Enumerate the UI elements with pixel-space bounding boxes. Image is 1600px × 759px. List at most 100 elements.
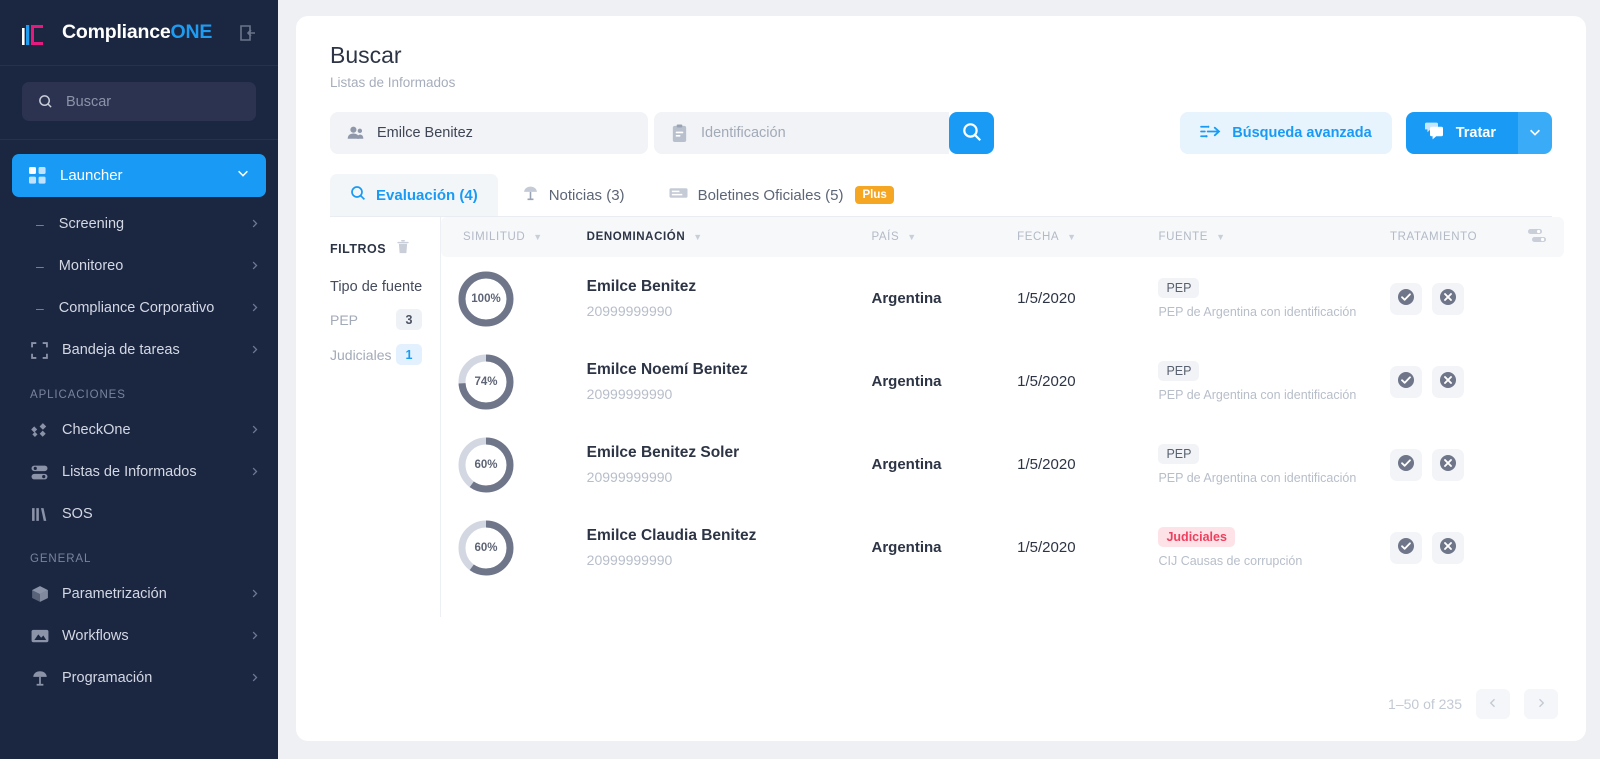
sidebar-item-checkone[interactable]: CheckOne bbox=[0, 409, 278, 451]
column-header-similitud-label: SIMILITUD bbox=[463, 231, 526, 243]
identification-search-input[interactable] bbox=[701, 125, 933, 141]
sidebar-search-input[interactable] bbox=[66, 93, 242, 110]
sort-caret-icon: ▼ bbox=[533, 232, 543, 242]
collapse-sidebar-icon[interactable] bbox=[236, 21, 260, 45]
chevron-down-icon bbox=[236, 166, 250, 185]
approve-button[interactable] bbox=[1390, 365, 1423, 398]
sidebar-item-screening-label: Screening bbox=[58, 216, 125, 232]
chevron-down-icon bbox=[1528, 125, 1542, 142]
row-source-badge: Judiciales bbox=[1158, 527, 1235, 547]
chevron-right-icon bbox=[249, 217, 260, 232]
chevron-right-icon bbox=[249, 423, 260, 438]
news-icon bbox=[669, 185, 688, 206]
dash-icon: – bbox=[36, 300, 44, 316]
sidebar-item-workflows[interactable]: Workflows bbox=[0, 615, 278, 657]
table-row[interactable]: 60% Emilce Claudia Benitez 20999999990 Arge… bbox=[441, 506, 1564, 589]
sidebar-item-bandeja-de-tareas-label: Bandeja de tareas bbox=[62, 342, 180, 358]
sidebar-search-wrap bbox=[0, 66, 278, 140]
filter-option-judiciales[interactable]: Judiciales 1 bbox=[330, 344, 440, 365]
column-header-fecha[interactable]: FECHA ▼ bbox=[1017, 217, 1159, 257]
similarity-ring: 60% bbox=[457, 519, 515, 577]
row-date: 1/5/2020 bbox=[1017, 538, 1076, 556]
treat-button[interactable]: Tratar bbox=[1405, 112, 1518, 154]
sidebar-item-listas-de-informados[interactable]: Listas de Informados bbox=[0, 451, 278, 493]
identification-search-field[interactable] bbox=[654, 112, 949, 154]
reject-button[interactable] bbox=[1432, 531, 1465, 564]
x-circle-icon bbox=[1439, 371, 1457, 392]
tab-boletines-oficiales-label: Boletines Oficiales (5) bbox=[697, 186, 844, 204]
reject-button[interactable] bbox=[1432, 365, 1465, 398]
sidebar-item-bandeja-de-tareas[interactable]: Bandeja de tareas bbox=[0, 329, 278, 371]
column-header-tratamiento-label: TRATAMIENTO bbox=[1390, 231, 1478, 243]
sidebar-item-parametrizacion-label: Parametrización bbox=[62, 586, 167, 602]
column-header-denominacion[interactable]: DENOMINACIÓN ▼ bbox=[586, 217, 872, 257]
reject-button[interactable] bbox=[1432, 282, 1465, 315]
sidebar-item-compliance-corporativo[interactable]: – Compliance Corporativo bbox=[0, 287, 278, 329]
filter-arrow-icon bbox=[1200, 123, 1221, 144]
cell-denominacion: Emilce Benitez 20999999990 bbox=[587, 257, 872, 340]
trash-icon[interactable] bbox=[396, 239, 410, 259]
name-search-input[interactable] bbox=[377, 125, 632, 141]
satellite-icon bbox=[30, 669, 49, 688]
brand-title-compliance: Compliance bbox=[62, 21, 171, 43]
sidebar-search[interactable] bbox=[22, 82, 256, 121]
chevron-right-icon bbox=[249, 465, 260, 480]
column-header-fuente[interactable]: FUENTE ▼ bbox=[1158, 217, 1391, 257]
pagination-label: 1–50 of 235 bbox=[1388, 696, 1462, 712]
approve-button[interactable] bbox=[1390, 448, 1423, 481]
similarity-ring: 100% bbox=[457, 270, 515, 328]
row-source-description: PEP de Argentina con identificación bbox=[1158, 471, 1357, 485]
pagination-prev-button[interactable] bbox=[1476, 689, 1510, 719]
cell-similitud: 60% bbox=[441, 506, 587, 589]
sidebar-item-programacion[interactable]: Programación bbox=[0, 657, 278, 699]
page-title: Buscar bbox=[330, 42, 402, 68]
table-row[interactable]: 74% Emilce Noemí Benitez 20999999990 Argent… bbox=[441, 340, 1564, 423]
tab-noticias-label: Noticias (3) bbox=[548, 186, 625, 204]
sidebar-item-sos[interactable]: SOS bbox=[0, 493, 278, 535]
filter-option-judiciales-label: Judiciales bbox=[330, 346, 392, 363]
treat-dropdown-button[interactable] bbox=[1518, 112, 1552, 154]
results-table: SIMILITUD ▼ DENOMINACIÓN ▼ PAÍS ▼ FECHA … bbox=[441, 217, 1564, 589]
dash-icon: – bbox=[36, 258, 44, 274]
column-header-pais-label: PAÍS bbox=[871, 231, 900, 243]
sidebar-item-monitoreo[interactable]: – Monitoreo bbox=[0, 245, 278, 287]
sidebar-item-parametrizacion[interactable]: Parametrización bbox=[0, 573, 278, 615]
column-header-pais[interactable]: PAÍS ▼ bbox=[871, 217, 1018, 257]
approve-button[interactable] bbox=[1390, 282, 1423, 315]
sidebar-item-screening[interactable]: – Screening bbox=[0, 203, 278, 245]
search-icon bbox=[350, 185, 366, 205]
filter-option-pep[interactable]: PEP 3 bbox=[330, 309, 440, 330]
tab-noticias[interactable]: Noticias (3) bbox=[502, 174, 645, 216]
row-identification: 20999999990 bbox=[586, 386, 673, 402]
cell-tratamiento bbox=[1390, 423, 1564, 506]
image-icon bbox=[30, 627, 49, 646]
main-content: Buscar Listas de Informados Emilce Benit… bbox=[278, 0, 1600, 759]
column-header-similitud[interactable]: SIMILITUD ▼ bbox=[441, 217, 587, 257]
approve-button[interactable] bbox=[1390, 531, 1423, 564]
treat-button-label: Tratar bbox=[1455, 125, 1496, 141]
column-header-denominacion-label: DENOMINACIÓN bbox=[586, 231, 686, 243]
grid-icon bbox=[28, 166, 47, 185]
sidebar-item-launcher[interactable]: Launcher bbox=[12, 154, 266, 197]
reject-button[interactable] bbox=[1432, 448, 1465, 481]
column-header-tratamiento: TRATAMIENTO bbox=[1390, 217, 1564, 257]
cell-tratamiento bbox=[1390, 257, 1564, 340]
tab-evaluacion[interactable]: Evaluación (4) bbox=[330, 174, 498, 216]
row-name: Emilce Noemí Benitez bbox=[586, 361, 748, 378]
column-header-fecha-label: FECHA bbox=[1017, 231, 1060, 243]
dash-icon: – bbox=[36, 216, 44, 232]
cell-pais: Argentina bbox=[871, 257, 1017, 340]
name-search-field[interactable] bbox=[330, 112, 648, 154]
table-row[interactable]: 60% Emilce Benitez Soler 20999999990 Argent… bbox=[441, 423, 1564, 506]
tab-boletines-oficiales[interactable]: Boletines Oficiales (5) Plus bbox=[649, 174, 914, 216]
advanced-search-button[interactable]: Búsqueda avanzada bbox=[1180, 112, 1392, 154]
column-settings-icon[interactable] bbox=[1528, 228, 1546, 247]
cell-similitud: 60% bbox=[441, 423, 587, 506]
pagination-next-button[interactable] bbox=[1524, 689, 1558, 719]
search-submit-button[interactable] bbox=[949, 112, 994, 154]
similarity-value: 60% bbox=[474, 458, 498, 471]
row-source-badge: PEP bbox=[1158, 278, 1200, 298]
tab-plus-badge: Plus bbox=[855, 186, 894, 204]
row-name: Emilce Benitez Soler bbox=[586, 444, 740, 461]
table-row[interactable]: 100% Emilce Benitez 20999999990 Argentina 1/… bbox=[441, 257, 1564, 340]
